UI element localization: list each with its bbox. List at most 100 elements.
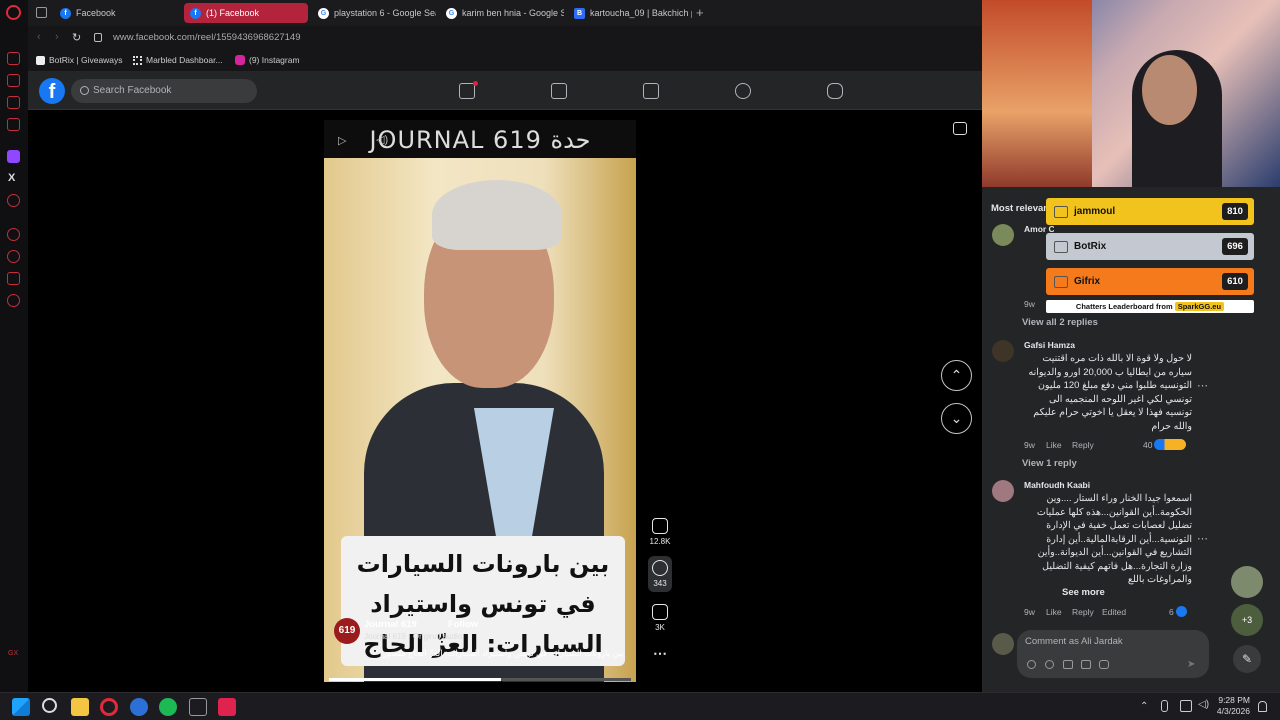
search-icon[interactable] [42, 698, 57, 713]
video-icon[interactable] [551, 83, 567, 99]
tab-google-karim[interactable]: Gkarim ben hnia - Google S [440, 3, 564, 23]
speed-dial-icon[interactable] [7, 228, 20, 241]
reply-link[interactable]: Reply [1072, 607, 1094, 617]
send-icon[interactable]: ➤ [1187, 659, 1195, 670]
view-reply-link[interactable]: View 1 reply [1022, 458, 1077, 469]
avatar[interactable] [992, 224, 1014, 246]
app-icon[interactable] [130, 698, 148, 716]
view-replies-link[interactable]: View all 2 replies [1022, 317, 1098, 328]
opera-ai-icon[interactable] [7, 52, 20, 65]
sticker-icon[interactable] [1099, 660, 1109, 669]
spotify-icon[interactable] [159, 698, 177, 716]
like-action[interactable]: 12.8K [648, 518, 672, 546]
shopping-icon[interactable] [7, 74, 20, 87]
opera-gx-icon[interactable] [100, 698, 118, 716]
whatsapp-icon[interactable] [7, 118, 20, 131]
notification-bell-icon[interactable] [1258, 701, 1267, 712]
terminal-icon[interactable] [189, 698, 207, 716]
expand-icon[interactable] [953, 122, 967, 135]
comment-time: 9w [1024, 607, 1035, 617]
comment-text: لا حول ولا قوة الا بالله ذات مره اقتنيت … [1028, 353, 1192, 432]
search-input[interactable]: Search Facebook [71, 79, 257, 103]
like-link[interactable]: Like [1046, 440, 1062, 450]
tab-facebook[interactable]: f Facebook [54, 3, 180, 23]
gif-icon[interactable] [1081, 660, 1091, 669]
pinboard-icon[interactable] [7, 272, 20, 285]
video-progress-bar[interactable] [329, 678, 631, 681]
tray-chevron-icon[interactable]: ⌃ [1140, 701, 1148, 712]
comment-time: 9w [1024, 440, 1035, 450]
back-icon[interactable]: ‹ [37, 31, 41, 43]
comment-options-icon[interactable]: ⋯ [1197, 379, 1208, 392]
audio-label[interactable]: Journal 619 · Original audio [364, 632, 462, 641]
new-message-icon[interactable]: ✎ [1233, 645, 1261, 673]
tab-google-playstation[interactable]: Gplaystation 6 - Google Sea [312, 3, 436, 23]
speaker-hair [432, 180, 562, 250]
facebook-logo-icon[interactable]: f [39, 78, 65, 104]
reload-icon[interactable]: ↻ [72, 31, 81, 44]
clock-date[interactable]: 4/3/2026 [1216, 706, 1250, 716]
streamer-webcam [982, 0, 1280, 187]
share-action[interactable]: 3K [648, 604, 672, 632]
contacts-more[interactable]: +3 [1231, 604, 1263, 636]
reaction-count[interactable]: 6 [1169, 607, 1174, 617]
see-more-link[interactable]: See more [1062, 587, 1105, 598]
streaming-app-icon[interactable] [218, 698, 236, 716]
like-link[interactable]: Like [1046, 607, 1062, 617]
reel-video[interactable]: JOURNAL 619 حدة ▷ ◁) بين بارونات السيارا… [324, 120, 636, 682]
comment-author[interactable]: Gafsi Hamza [1024, 340, 1075, 350]
google-favicon-icon: G [446, 7, 457, 19]
volume-icon[interactable]: ◁) [1198, 699, 1209, 710]
play-icon[interactable]: ▷ [338, 134, 346, 147]
reaction-count[interactable]: 40 [1143, 440, 1152, 450]
emoji-icon[interactable] [1045, 660, 1054, 669]
more-options-icon[interactable]: ⋯ [648, 645, 672, 662]
x-icon[interactable]: X [8, 172, 15, 184]
comment-action[interactable]: 343 [648, 556, 672, 592]
avatar[interactable] [992, 480, 1014, 502]
network-icon[interactable] [1180, 700, 1192, 712]
tab-bar: f Facebook f (1) Facebook Gplaystation 6 -… [28, 0, 982, 26]
tab-kartoucha[interactable]: Bkartoucha_09 | Bakchich p [568, 3, 692, 23]
gaming-icon[interactable] [827, 83, 843, 99]
marketplace-icon[interactable] [643, 83, 659, 99]
leaderboard-row: BotRix 696 [1046, 233, 1254, 260]
forward-icon[interactable]: › [55, 31, 59, 43]
clock-time[interactable]: 9:28 PM [1218, 695, 1250, 705]
bookmark-instagram[interactable]: (9) Instagram [235, 55, 300, 65]
windows-start-icon[interactable] [12, 698, 30, 716]
history-icon[interactable] [7, 250, 20, 263]
avatar[interactable] [992, 340, 1014, 362]
comment-options-icon[interactable]: ⋯ [1197, 532, 1208, 545]
twitch-icon[interactable] [7, 150, 20, 163]
reply-link[interactable]: Reply [1072, 440, 1094, 450]
tab-facebook-active[interactable]: f (1) Facebook [184, 3, 308, 23]
contact-avatar[interactable] [1231, 566, 1263, 598]
microphone-icon[interactable] [1161, 700, 1168, 712]
groups-icon[interactable] [735, 83, 751, 99]
url-field[interactable]: www.facebook.com/reel/1559436968627149 [113, 32, 301, 43]
camera-icon[interactable] [1063, 660, 1073, 669]
music-icon[interactable] [7, 194, 20, 207]
channel-name[interactable]: Journal 619 [364, 619, 417, 630]
avatar-sticker-icon[interactable] [1027, 660, 1036, 669]
bookmark-botrix[interactable]: BotRix | Giveaways [36, 55, 123, 65]
new-tab-plus-icon[interactable]: + [696, 5, 704, 20]
previous-reel-button[interactable]: ⌃ [941, 360, 972, 391]
home-icon[interactable] [459, 83, 475, 99]
messenger-icon[interactable] [7, 96, 20, 109]
file-explorer-icon[interactable] [71, 698, 89, 716]
bookmark-marbled[interactable]: Marbled Dashboar... [133, 55, 223, 65]
comment-author[interactable]: Mahfoudh Kaabi [1024, 480, 1090, 490]
streamer-head [1142, 55, 1197, 125]
next-reel-button[interactable]: ⌄ [941, 403, 972, 434]
comment-input[interactable]: Comment as Ali Jardak ➤ [1017, 630, 1209, 678]
channel-avatar[interactable]: 619 [334, 618, 360, 644]
comment-placeholder: Comment as Ali Jardak [1025, 636, 1123, 647]
opera-logo-icon[interactable] [6, 5, 21, 20]
settings-icon[interactable] [7, 294, 20, 307]
mute-icon[interactable]: ◁) [376, 133, 388, 146]
follow-button[interactable]: Follow [448, 619, 478, 630]
user-avatar[interactable] [992, 633, 1014, 655]
workspaces-icon[interactable] [36, 7, 47, 18]
